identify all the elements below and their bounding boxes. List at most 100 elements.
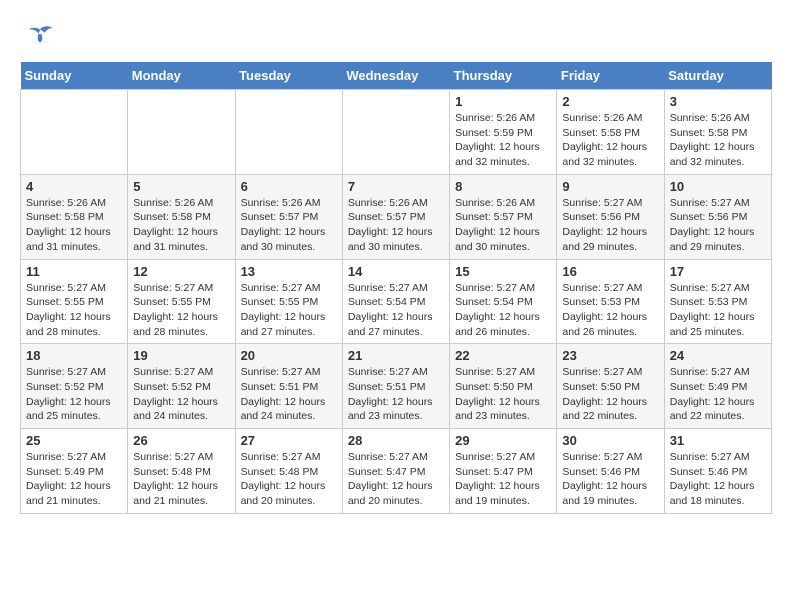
day-number: 25 xyxy=(26,433,122,448)
day-cell-26: 26 Sunrise: 5:27 AM Sunset: 5:48 PM Dayli… xyxy=(128,429,235,514)
day-number: 31 xyxy=(670,433,766,448)
day-number: 1 xyxy=(455,94,551,109)
day-number: 28 xyxy=(348,433,444,448)
day-number: 11 xyxy=(26,264,122,279)
day-number: 30 xyxy=(562,433,658,448)
day-number: 9 xyxy=(562,179,658,194)
day-info: Sunrise: 5:27 AM Sunset: 5:55 PM Dayligh… xyxy=(133,281,229,340)
day-info: Sunrise: 5:27 AM Sunset: 5:53 PM Dayligh… xyxy=(562,281,658,340)
day-info: Sunrise: 5:27 AM Sunset: 5:46 PM Dayligh… xyxy=(562,450,658,509)
day-info: Sunrise: 5:27 AM Sunset: 5:47 PM Dayligh… xyxy=(348,450,444,509)
week-row-4: 18 Sunrise: 5:27 AM Sunset: 5:52 PM Dayli… xyxy=(21,344,772,429)
day-info: Sunrise: 5:27 AM Sunset: 5:48 PM Dayligh… xyxy=(133,450,229,509)
day-number: 18 xyxy=(26,348,122,363)
days-header-row: SundayMondayTuesdayWednesdayThursdayFrid… xyxy=(21,62,772,90)
day-info: Sunrise: 5:27 AM Sunset: 5:47 PM Dayligh… xyxy=(455,450,551,509)
day-info: Sunrise: 5:26 AM Sunset: 5:58 PM Dayligh… xyxy=(26,196,122,255)
day-number: 17 xyxy=(670,264,766,279)
day-number: 15 xyxy=(455,264,551,279)
day-info: Sunrise: 5:27 AM Sunset: 5:53 PM Dayligh… xyxy=(670,281,766,340)
day-cell-27: 27Sunrise: 5:27 AM Sunset: 5:48 PM Dayli… xyxy=(235,429,342,514)
day-info: Sunrise: 5:26 AM Sunset: 5:58 PM Dayligh… xyxy=(670,111,766,170)
week-row-3: 11 Sunrise: 5:27 AM Sunset: 5:55 PM Dayli… xyxy=(21,259,772,344)
week-row-1: 1 Sunrise: 5:26 AM Sunset: 5:59 PM Daylig… xyxy=(21,90,772,175)
day-cell-25: 25 Sunrise: 5:27 AM Sunset: 5:49 PM Dayli… xyxy=(21,429,128,514)
day-number: 2 xyxy=(562,94,658,109)
day-info: Sunrise: 5:27 AM Sunset: 5:52 PM Dayligh… xyxy=(133,365,229,424)
day-cell-20: 20Sunrise: 5:27 AM Sunset: 5:51 PM Dayli… xyxy=(235,344,342,429)
day-number: 19 xyxy=(133,348,229,363)
day-header-thursday: Thursday xyxy=(450,62,557,90)
empty-cell xyxy=(342,90,449,175)
day-cell-21: 21 Sunrise: 5:27 AM Sunset: 5:51 PM Dayli… xyxy=(342,344,449,429)
day-info: Sunrise: 5:27 AM Sunset: 5:49 PM Dayligh… xyxy=(670,365,766,424)
day-info: Sunrise: 5:26 AM Sunset: 5:57 PM Dayligh… xyxy=(348,196,444,255)
day-cell-22: 22Sunrise: 5:27 AM Sunset: 5:50 PM Dayli… xyxy=(450,344,557,429)
day-info: Sunrise: 5:27 AM Sunset: 5:56 PM Dayligh… xyxy=(562,196,658,255)
day-info: Sunrise: 5:26 AM Sunset: 5:57 PM Dayligh… xyxy=(455,196,551,255)
day-cell-17: 17 Sunrise: 5:27 AM Sunset: 5:53 PM Dayli… xyxy=(664,259,771,344)
day-header-wednesday: Wednesday xyxy=(342,62,449,90)
day-cell-7: 7 Sunrise: 5:26 AM Sunset: 5:57 PM Daylig… xyxy=(342,174,449,259)
day-number: 16 xyxy=(562,264,658,279)
day-number: 6 xyxy=(241,179,337,194)
day-info: Sunrise: 5:27 AM Sunset: 5:51 PM Dayligh… xyxy=(348,365,444,424)
day-cell-5: 5Sunrise: 5:26 AM Sunset: 5:58 PM Daylig… xyxy=(128,174,235,259)
day-cell-18: 18 Sunrise: 5:27 AM Sunset: 5:52 PM Dayli… xyxy=(21,344,128,429)
day-header-friday: Friday xyxy=(557,62,664,90)
day-info: Sunrise: 5:27 AM Sunset: 5:55 PM Dayligh… xyxy=(241,281,337,340)
day-header-monday: Monday xyxy=(128,62,235,90)
day-info: Sunrise: 5:26 AM Sunset: 5:58 PM Dayligh… xyxy=(562,111,658,170)
day-cell-1: 1 Sunrise: 5:26 AM Sunset: 5:59 PM Daylig… xyxy=(450,90,557,175)
week-row-2: 4Sunrise: 5:26 AM Sunset: 5:58 PM Daylig… xyxy=(21,174,772,259)
day-info: Sunrise: 5:27 AM Sunset: 5:54 PM Dayligh… xyxy=(455,281,551,340)
day-number: 10 xyxy=(670,179,766,194)
day-number: 8 xyxy=(455,179,551,194)
day-number: 14 xyxy=(348,264,444,279)
day-cell-3: 3 Sunrise: 5:26 AM Sunset: 5:58 PM Daylig… xyxy=(664,90,771,175)
day-cell-24: 24 Sunrise: 5:27 AM Sunset: 5:49 PM Dayli… xyxy=(664,344,771,429)
day-info: Sunrise: 5:27 AM Sunset: 5:54 PM Dayligh… xyxy=(348,281,444,340)
day-header-saturday: Saturday xyxy=(664,62,771,90)
week-row-5: 25 Sunrise: 5:27 AM Sunset: 5:49 PM Dayli… xyxy=(21,429,772,514)
day-info: Sunrise: 5:26 AM Sunset: 5:59 PM Dayligh… xyxy=(455,111,551,170)
logo-text xyxy=(20,20,56,52)
day-cell-29: 29 Sunrise: 5:27 AM Sunset: 5:47 PM Dayli… xyxy=(450,429,557,514)
day-cell-2: 2 Sunrise: 5:26 AM Sunset: 5:58 PM Daylig… xyxy=(557,90,664,175)
day-info: Sunrise: 5:27 AM Sunset: 5:51 PM Dayligh… xyxy=(241,365,337,424)
empty-cell xyxy=(235,90,342,175)
day-number: 26 xyxy=(133,433,229,448)
day-info: Sunrise: 5:27 AM Sunset: 5:49 PM Dayligh… xyxy=(26,450,122,509)
bird-icon xyxy=(24,20,56,52)
day-number: 13 xyxy=(241,264,337,279)
day-cell-8: 8 Sunrise: 5:26 AM Sunset: 5:57 PM Daylig… xyxy=(450,174,557,259)
day-info: Sunrise: 5:27 AM Sunset: 5:52 PM Dayligh… xyxy=(26,365,122,424)
day-cell-12: 12Sunrise: 5:27 AM Sunset: 5:55 PM Dayli… xyxy=(128,259,235,344)
day-number: 5 xyxy=(133,179,229,194)
day-cell-31: 31 Sunrise: 5:27 AM Sunset: 5:46 PM Dayli… xyxy=(664,429,771,514)
day-cell-16: 16 Sunrise: 5:27 AM Sunset: 5:53 PM Dayli… xyxy=(557,259,664,344)
day-number: 21 xyxy=(348,348,444,363)
calendar-table: SundayMondayTuesdayWednesdayThursdayFrid… xyxy=(20,62,772,514)
page-header xyxy=(20,20,772,52)
day-number: 3 xyxy=(670,94,766,109)
empty-cell xyxy=(21,90,128,175)
day-number: 23 xyxy=(562,348,658,363)
day-cell-10: 10 Sunrise: 5:27 AM Sunset: 5:56 PM Dayli… xyxy=(664,174,771,259)
day-info: Sunrise: 5:26 AM Sunset: 5:57 PM Dayligh… xyxy=(241,196,337,255)
day-cell-14: 14 Sunrise: 5:27 AM Sunset: 5:54 PM Dayli… xyxy=(342,259,449,344)
day-cell-28: 28 Sunrise: 5:27 AM Sunset: 5:47 PM Dayli… xyxy=(342,429,449,514)
day-info: Sunrise: 5:27 AM Sunset: 5:50 PM Dayligh… xyxy=(455,365,551,424)
day-number: 24 xyxy=(670,348,766,363)
day-cell-11: 11 Sunrise: 5:27 AM Sunset: 5:55 PM Dayli… xyxy=(21,259,128,344)
day-number: 7 xyxy=(348,179,444,194)
day-number: 29 xyxy=(455,433,551,448)
day-header-tuesday: Tuesday xyxy=(235,62,342,90)
day-info: Sunrise: 5:27 AM Sunset: 5:55 PM Dayligh… xyxy=(26,281,122,340)
day-info: Sunrise: 5:27 AM Sunset: 5:56 PM Dayligh… xyxy=(670,196,766,255)
empty-cell xyxy=(128,90,235,175)
day-info: Sunrise: 5:27 AM Sunset: 5:48 PM Dayligh… xyxy=(241,450,337,509)
day-info: Sunrise: 5:27 AM Sunset: 5:46 PM Dayligh… xyxy=(670,450,766,509)
day-cell-13: 13 Sunrise: 5:27 AM Sunset: 5:55 PM Dayli… xyxy=(235,259,342,344)
day-cell-19: 19 Sunrise: 5:27 AM Sunset: 5:52 PM Dayli… xyxy=(128,344,235,429)
